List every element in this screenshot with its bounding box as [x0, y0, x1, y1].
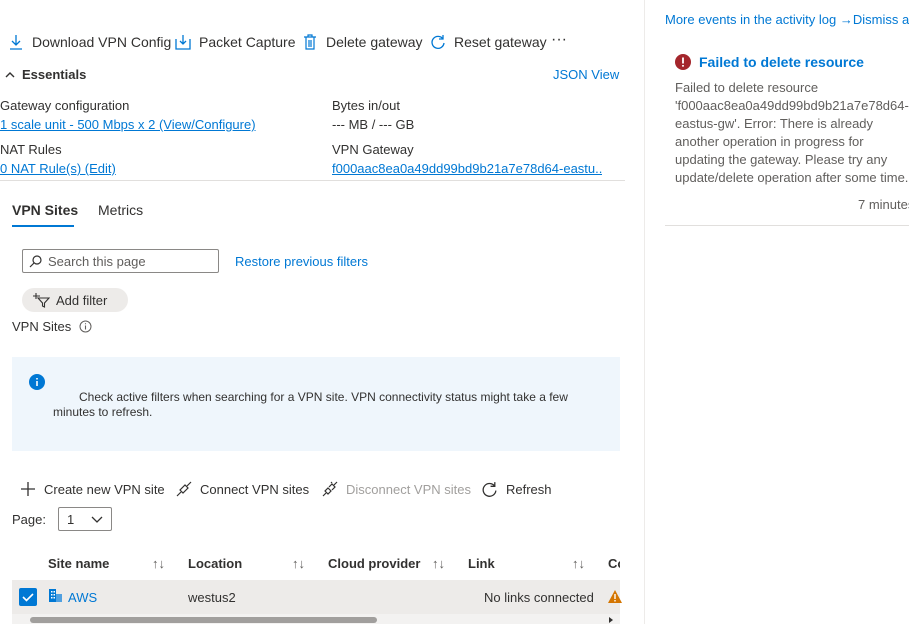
chevron-down-icon — [91, 516, 103, 523]
dismiss-all-link[interactable]: Dismiss all — [853, 12, 909, 27]
reset-gateway-label: Reset gateway — [454, 34, 547, 50]
search-input-container[interactable] — [22, 249, 219, 273]
vpn-gateway-link[interactable]: f000aac8ea0a49dd99bd9b21a7e78d64-eastu..… — [332, 161, 602, 176]
more-events-link[interactable]: More events in the activity log → — [665, 12, 853, 27]
vpn-sites-heading: VPN Sites — [12, 319, 92, 334]
add-filter-icon — [33, 293, 50, 308]
disconnect-vpn-sites-button[interactable]: Disconnect VPN sites — [322, 479, 471, 499]
notification-time: 7 minutes ago — [858, 197, 909, 212]
column-header-connectivity[interactable]: Co — [608, 556, 620, 571]
connect-vpn-sites-label: Connect VPN sites — [200, 481, 310, 497]
column-header-location[interactable]: Location — [188, 556, 242, 571]
notification-body: Failed to delete resource 'f000aac8ea0a4… — [675, 80, 909, 185]
bytes-in-out-label: Bytes in/out — [332, 98, 400, 113]
refresh-label: Refresh — [506, 481, 552, 497]
column-header-site-name[interactable]: Site name — [48, 556, 109, 571]
create-vpn-site-button[interactable]: Create new VPN site — [20, 479, 165, 499]
json-view-link[interactable]: JSON View — [553, 67, 619, 82]
scrollbar-thumb[interactable] — [30, 617, 377, 623]
scroll-right-icon[interactable] — [608, 617, 614, 623]
essentials-toggle[interactable]: Essentials — [4, 67, 86, 82]
trash-icon — [304, 34, 316, 50]
location-cell: westus2 — [188, 590, 236, 605]
site-name-link[interactable]: AWS — [68, 590, 97, 605]
page-select[interactable]: 1 — [58, 507, 112, 531]
error-icon — [675, 54, 691, 70]
nat-rules-label: NAT Rules — [0, 142, 62, 157]
ellipsis-icon: ··· — [551, 31, 567, 48]
link-cell: No links connected — [484, 590, 594, 605]
plug-connect-icon — [176, 481, 192, 497]
tab-selected-indicator — [12, 225, 74, 227]
delete-gateway-button[interactable]: Delete gateway — [302, 32, 423, 52]
refresh-button[interactable]: Refresh — [481, 479, 552, 499]
gateway-configuration-label: Gateway configuration — [0, 98, 130, 113]
checkmark-icon — [22, 593, 34, 602]
packet-capture-label: Packet Capture — [199, 34, 296, 50]
row-checkbox[interactable] — [19, 588, 37, 606]
reset-gateway-button[interactable]: Reset gateway — [430, 32, 547, 52]
create-vpn-site-label: Create new VPN site — [44, 481, 165, 497]
notification-header: More events in the activity log →Dismiss… — [665, 12, 909, 27]
notification-title[interactable]: Failed to delete resource — [699, 54, 864, 70]
add-filter-label: Add filter — [56, 292, 108, 308]
tab-metrics[interactable]: Metrics — [98, 202, 143, 218]
refresh-icon — [482, 481, 497, 497]
essentials-title: Essentials — [22, 67, 87, 82]
plus-icon — [21, 482, 35, 496]
page-label: Page: — [12, 512, 46, 527]
info-outline-icon[interactable] — [79, 320, 92, 333]
reset-icon — [431, 35, 445, 49]
info-icon — [29, 374, 45, 390]
connect-vpn-sites-button[interactable]: Connect VPN sites — [176, 479, 309, 499]
table-row[interactable]: AWS westus2 No links connected — [12, 580, 622, 614]
disconnect-vpn-sites-label: Disconnect VPN sites — [346, 481, 471, 497]
warning-icon — [608, 590, 622, 603]
tab-vpn-sites[interactable]: VPN Sites — [12, 202, 78, 218]
download-vpn-config-label: Download VPN Config — [32, 34, 172, 50]
gateway-configuration-link[interactable]: 1 scale unit - 500 Mbps x 2 (View/Config… — [0, 117, 256, 132]
horizontal-scrollbar[interactable] — [12, 614, 620, 624]
sort-arrows-icon[interactable]: ↑↓ — [572, 556, 585, 571]
search-icon — [29, 254, 42, 267]
sort-arrows-icon[interactable]: ↑↓ — [292, 556, 305, 571]
column-header-link[interactable]: Link — [468, 556, 495, 571]
panel-divider — [644, 0, 645, 624]
info-message-text: Check active filters when searching for … — [53, 390, 568, 419]
sort-arrows-icon[interactable]: ↑↓ — [152, 556, 165, 571]
delete-gateway-label: Delete gateway — [326, 34, 423, 50]
add-filter-button[interactable]: Add filter — [22, 288, 128, 312]
nat-rules-link[interactable]: 0 NAT Rule(s) (Edit) — [0, 161, 116, 176]
page-select-value: 1 — [67, 511, 75, 527]
essentials-divider — [0, 180, 625, 181]
column-header-cloud-provider[interactable]: Cloud provider — [328, 556, 420, 571]
more-options-button[interactable]: ··· — [551, 30, 567, 50]
sort-arrows-icon[interactable]: ↑↓ — [432, 556, 445, 571]
bytes-in-out-value: --- MB / --- GB — [332, 117, 415, 132]
packet-capture-icon — [175, 35, 191, 50]
vpn-site-icon — [49, 589, 62, 602]
search-input[interactable] — [48, 253, 208, 269]
info-message-bar: Check active filters when searching for … — [12, 357, 620, 451]
download-icon — [10, 35, 22, 50]
restore-filters-link[interactable]: Restore previous filters — [235, 254, 368, 269]
download-vpn-config-button[interactable]: Download VPN Config — [8, 32, 171, 52]
packet-capture-button[interactable]: Packet Capture — [175, 32, 296, 52]
plug-disconnect-icon — [322, 481, 338, 497]
vpn-sites-heading-label: VPN Sites — [12, 319, 72, 334]
vpn-gateway-label: VPN Gateway — [332, 142, 414, 157]
notification-divider — [665, 225, 909, 226]
chevron-up-icon — [5, 71, 15, 77]
